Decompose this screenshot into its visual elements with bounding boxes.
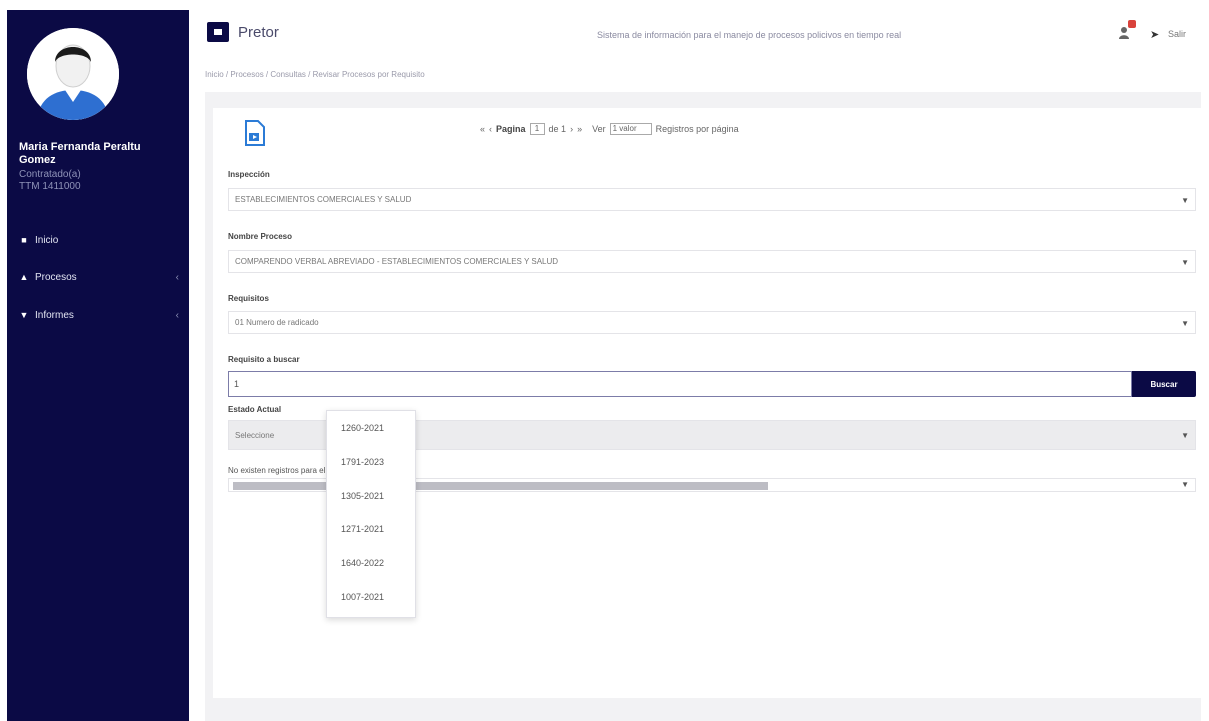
user-role-line1: Contratado(a) (19, 169, 81, 180)
chevron-down-icon: ▼ (1181, 319, 1189, 328)
sidebar-item-procesos[interactable]: ▲ Procesos ‹ (19, 269, 179, 285)
grid-icon: ■ (21, 235, 27, 245)
app-title: Pretor (238, 24, 279, 41)
dropdown-option[interactable]: 1260-2021 (341, 423, 384, 433)
chevron-down-icon: ▼ (1181, 480, 1189, 489)
dropdown-option[interactable]: 1791-2023 (341, 457, 384, 467)
avatar (27, 28, 119, 120)
dropdown-option[interactable]: 1271-2021 (341, 524, 384, 534)
inspeccion-value: ESTABLECIMIENTOS COMERCIALES Y SALUD (235, 195, 412, 204)
sidebar-item-label: Informes (35, 309, 74, 321)
sidebar-item-informes[interactable]: ▼ Informes ‹ (19, 307, 179, 323)
user-role: Contratado(a) TTM 1411000 (19, 169, 179, 193)
proceso-label: Nombre Proceso (228, 232, 293, 241)
menu-toggle-button[interactable] (207, 22, 229, 42)
first-page-icon[interactable]: « (480, 124, 485, 134)
inspeccion-label: Inspección (228, 170, 270, 179)
exit-link[interactable]: Salir (1168, 29, 1186, 39)
pagination: « ‹ Pagina 1 de 1 › » Ver 1 valor Regist… (480, 123, 739, 135)
sidebar-item-inicio[interactable]: ■ Inicio (19, 232, 179, 248)
app-tagline: Sistema de información para el manejo de… (597, 30, 902, 40)
notification-badge (1128, 20, 1136, 28)
dropdown-option[interactable]: 1305-2021 (341, 491, 384, 501)
per-page-label: Registros por página (655, 124, 739, 134)
autocomplete-dropdown: 1260-2021 1791-2023 1305-2021 1271-2021 … (326, 410, 416, 618)
per-page-select[interactable]: 1 valor (609, 123, 652, 135)
hamburger-icon (214, 29, 222, 35)
inspeccion-select[interactable]: ESTABLECIMIENTOS COMERCIALES Y SALUD ▼ (228, 188, 1196, 211)
sidebar: Maria Fernanda Peraltu Gomez Contratado(… (7, 10, 189, 721)
requisito-search-input[interactable]: 1 (228, 371, 1132, 397)
buscar-label: Requisito a buscar (228, 355, 300, 364)
requisitos-select[interactable]: 01 Numero de radicado ▼ (228, 311, 1196, 334)
chart-icon: ▼ (19, 310, 29, 320)
app-root: Maria Fernanda Peraltu Gomez Contratado(… (0, 0, 1209, 721)
sign-out-icon[interactable]: ➤ (1150, 28, 1159, 41)
sitemap-icon: ▲ (19, 272, 29, 282)
user-role-line2: TTM 1411000 (19, 181, 81, 192)
estado-label: Estado Actual (228, 405, 282, 414)
prev-page-icon[interactable]: ‹ (489, 124, 492, 134)
show-label: Ver (592, 124, 606, 134)
user-avatar-icon (27, 28, 119, 120)
breadcrumb: Inicio / Procesos / Consultas / Revisar … (205, 70, 425, 79)
proceso-select[interactable]: COMPARENDO VERBAL ABREVIADO - ESTABLECIM… (228, 250, 1196, 273)
dropdown-option[interactable]: 1640-2022 (341, 558, 384, 568)
page-of-label: de 1 (548, 124, 567, 134)
proceso-value: COMPARENDO VERBAL ABREVIADO - ESTABLECIM… (235, 257, 559, 266)
requisitos-label: Requisitos (228, 294, 269, 303)
export-document-icon[interactable] (244, 120, 266, 146)
page-label: Pagina (496, 124, 526, 134)
sidebar-item-label: Procesos (35, 271, 77, 283)
requisitos-value: 01 Numero de radicado (235, 318, 319, 327)
next-page-icon[interactable]: › (570, 124, 573, 134)
chevron-left-icon: ‹ (175, 271, 179, 283)
page-number-input[interactable]: 1 (529, 123, 545, 135)
last-page-icon[interactable]: » (577, 124, 582, 134)
chevron-down-icon: ▼ (1181, 258, 1189, 267)
dropdown-option[interactable]: 1007-2021 (341, 592, 384, 602)
chevron-left-icon: ‹ (175, 309, 179, 321)
chevron-down-icon: ▼ (1181, 431, 1189, 440)
buscar-button[interactable]: Buscar (1132, 371, 1196, 397)
estado-value: Seleccione (235, 430, 275, 440)
results-selection-bar (233, 482, 768, 490)
sidebar-item-label: Inicio (35, 234, 59, 246)
chevron-down-icon: ▼ (1181, 196, 1189, 205)
user-name: Maria Fernanda Peraltu Gomez (19, 141, 141, 166)
